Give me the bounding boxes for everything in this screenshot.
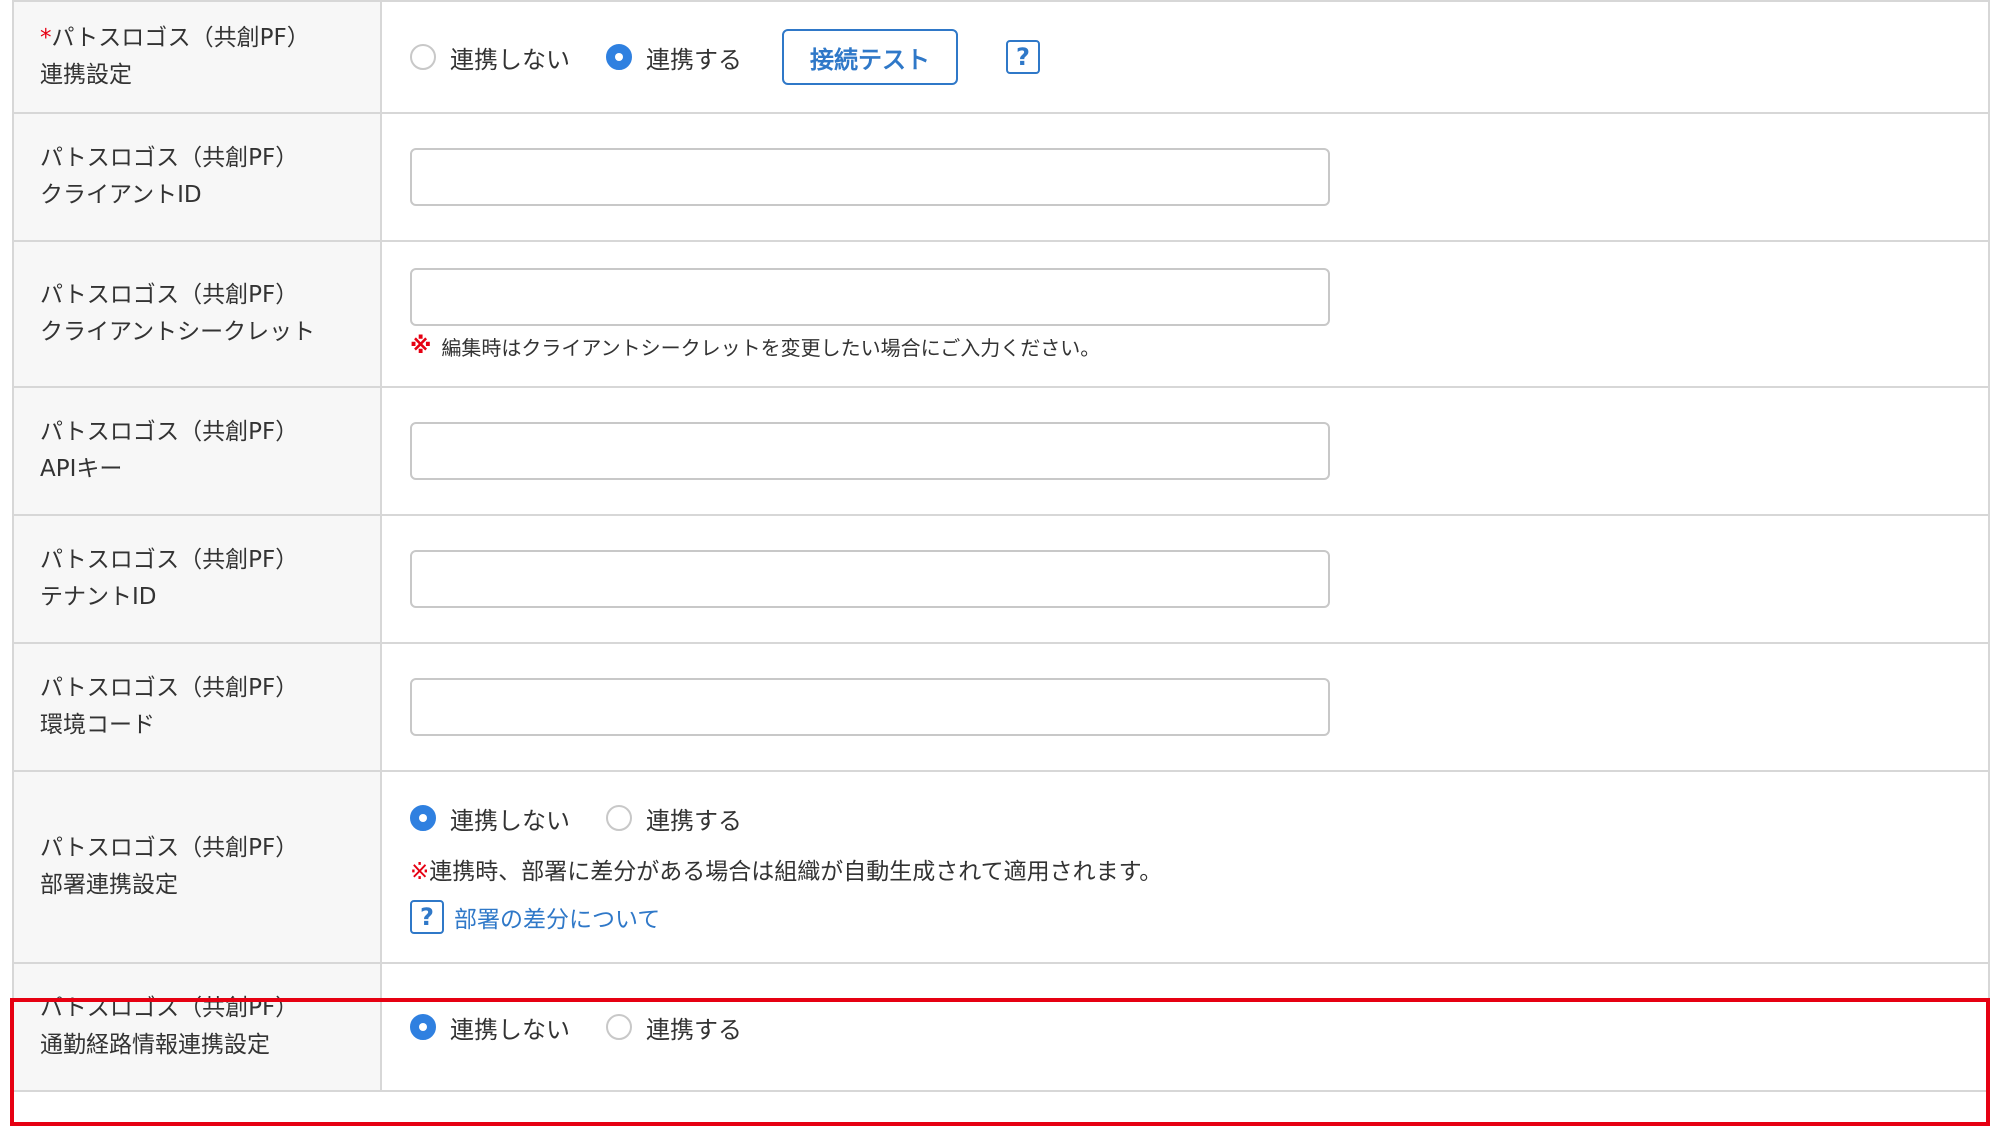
dept-note-text: 連携時、部署に差分がある場合は組織が自動生成されて適用されます。 <box>429 858 1163 885</box>
label-line2: 通勤経路情報連携設定 <box>40 1032 270 1058</box>
content-environment-code <box>382 644 1988 770</box>
radio-circle-checked[interactable] <box>606 44 632 70</box>
content-client-id <box>382 114 1988 240</box>
content-link-setting: 連携しない 連携する 接続テスト ? <box>382 2 1988 112</box>
help-icon[interactable]: ? <box>1006 40 1040 74</box>
radio-dept-yes[interactable]: 連携する <box>606 801 742 836</box>
api-key-input[interactable] <box>410 422 1330 480</box>
note-mark: ※ <box>410 334 432 359</box>
connection-test-button[interactable]: 接続テスト <box>782 29 958 85</box>
content-commute-link-setting: 連携しない 連携する <box>382 964 1988 1090</box>
secret-note: ※ 編集時はクライアントシークレットを変更したい場合にご入力ください。 <box>410 332 1988 361</box>
required-mark: * <box>40 25 52 51</box>
radio-link-no[interactable]: 連携しない <box>410 40 570 75</box>
help-link-text[interactable]: 部署の差分について <box>454 900 660 934</box>
label-line2: クライアントID <box>40 182 202 208</box>
environment-code-input[interactable] <box>410 678 1330 736</box>
radio-link-yes[interactable]: 連携する <box>606 40 742 75</box>
commute-link-radio-group: 連携しない 連携する <box>410 1010 1988 1045</box>
radio-dept-no[interactable]: 連携しない <box>410 801 570 836</box>
row-commute-link-setting: パトスロゴス（共創PF） 通勤経路情報連携設定 連携しない 連携する <box>14 964 1988 1092</box>
label-line2: テナントID <box>40 584 157 610</box>
row-dept-link-setting: パトスロゴス（共創PF） 部署連携設定 連携しない 連携する ※連携時、部署に差… <box>14 772 1988 964</box>
radio-commute-yes[interactable]: 連携する <box>606 1010 742 1045</box>
label-environment-code: パトスロゴス（共創PF） 環境コード <box>14 644 382 770</box>
label-line1: パトスロゴス（共創PF） <box>51 25 310 51</box>
radio-circle-checked[interactable] <box>410 1014 436 1040</box>
radio-commute-no[interactable]: 連携しない <box>410 1010 570 1045</box>
label-tenant-id: パトスロゴス（共創PF） テナントID <box>14 516 382 642</box>
label-dept-link-setting: パトスロゴス（共創PF） 部署連携設定 <box>14 772 382 962</box>
label-line2: 部署連携設定 <box>40 872 178 898</box>
row-client-secret: パトスロゴス（共創PF） クライアントシークレット ※ 編集時はクライアントシー… <box>14 242 1988 388</box>
row-link-setting: *パトスロゴス（共創PF） 連携設定 連携しない 連携する 接続テスト ? <box>14 0 1988 114</box>
radio-label: 連携する <box>646 45 742 74</box>
radio-circle-checked[interactable] <box>410 805 436 831</box>
label-line2: APIキー <box>40 456 123 482</box>
radio-label: 連携しない <box>450 1015 570 1044</box>
content-tenant-id <box>382 516 1988 642</box>
label-line1: パトスロゴス（共創PF） <box>40 282 299 308</box>
help-icon[interactable]: ? <box>410 899 444 934</box>
radio-label: 連携する <box>646 1015 742 1044</box>
label-line1: パトスロゴス（共創PF） <box>40 675 299 701</box>
radio-circle-unchecked[interactable] <box>606 805 632 831</box>
note-mark: ※ <box>410 858 430 885</box>
label-line1: パトスロゴス（共創PF） <box>40 547 299 573</box>
radio-circle-unchecked[interactable] <box>606 1014 632 1040</box>
content-dept-link-setting: 連携しない 連携する ※連携時、部署に差分がある場合は組織が自動生成されて適用さ… <box>382 772 1988 962</box>
radio-circle-unchecked[interactable] <box>410 44 436 70</box>
label-commute-link-setting: パトスロゴス（共創PF） 通勤経路情報連携設定 <box>14 964 382 1090</box>
client-secret-input[interactable] <box>410 268 1330 326</box>
dept-link-radio-group: 連携しない 連携する <box>410 801 1988 836</box>
row-tenant-id: パトスロゴス（共創PF） テナントID <box>14 516 1988 644</box>
dept-note: ※連携時、部署に差分がある場合は組織が自動生成されて適用されます。 <box>410 852 1988 886</box>
secret-note-text: 編集時はクライアントシークレットを変更したい場合にご入力ください。 <box>441 336 1101 360</box>
label-client-secret: パトスロゴス（共創PF） クライアントシークレット <box>14 242 382 386</box>
row-api-key: パトスロゴス（共創PF） APIキー <box>14 388 1988 516</box>
label-line1: パトスロゴス（共創PF） <box>40 419 299 445</box>
label-line2: 環境コード <box>40 712 155 738</box>
radio-label: 連携する <box>646 806 742 835</box>
label-link-setting: *パトスロゴス（共創PF） 連携設定 <box>14 2 382 112</box>
content-client-secret: ※ 編集時はクライアントシークレットを変更したい場合にご入力ください。 <box>382 242 1988 386</box>
link-setting-radio-group: 連携しない 連携する 接続テスト ? <box>410 29 1988 85</box>
row-environment-code: パトスロゴス（共創PF） 環境コード <box>14 644 1988 772</box>
label-api-key: パトスロゴス（共創PF） APIキー <box>14 388 382 514</box>
label-line2: 連携設定 <box>40 62 132 88</box>
label-line1: パトスロゴス（共創PF） <box>40 835 299 861</box>
tenant-id-input[interactable] <box>410 550 1330 608</box>
radio-label: 連携しない <box>450 45 570 74</box>
label-line1: パトスロゴス（共創PF） <box>40 995 299 1021</box>
dept-diff-help-link[interactable]: ? 部署の差分について <box>410 899 1988 934</box>
radio-label: 連携しない <box>450 806 570 835</box>
label-line1: パトスロゴス（共創PF） <box>40 145 299 171</box>
label-client-id: パトスロゴス（共創PF） クライアントID <box>14 114 382 240</box>
settings-table: *パトスロゴス（共創PF） 連携設定 連携しない 連携する 接続テスト ? パト… <box>12 0 1990 1092</box>
content-api-key <box>382 388 1988 514</box>
client-id-input[interactable] <box>410 148 1330 206</box>
row-client-id: パトスロゴス（共創PF） クライアントID <box>14 114 1988 242</box>
label-line2: クライアントシークレット <box>40 319 316 345</box>
